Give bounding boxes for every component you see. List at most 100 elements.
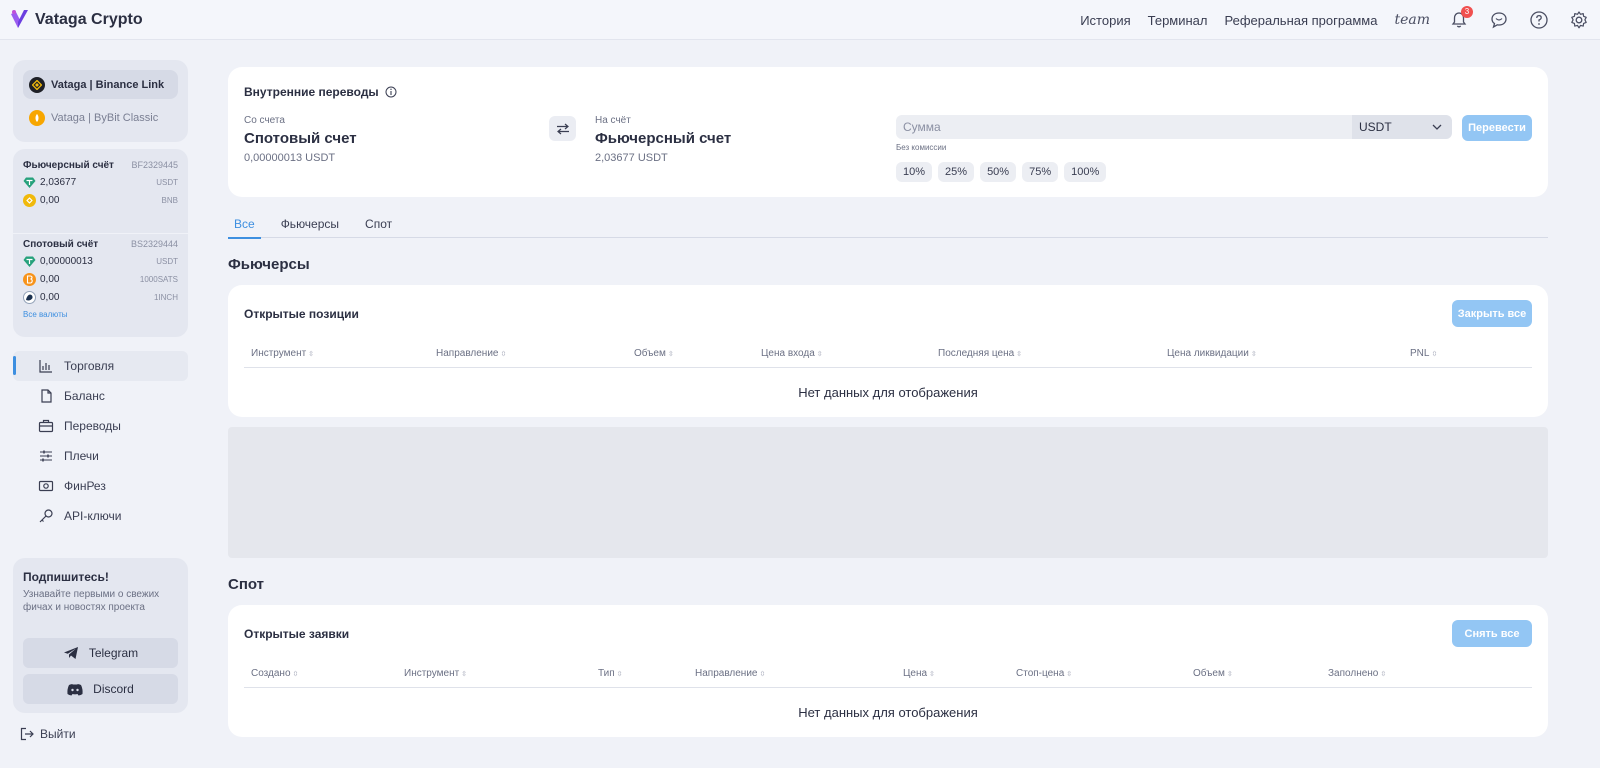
sidebar-item-label: Баланс [64,389,105,403]
sidebar-item-balance[interactable]: Баланс [13,381,188,411]
key-icon [39,509,53,523]
account-bybit[interactable]: Vataga | ByBit Classic [23,103,178,132]
column-header[interactable]: Цена ⇳ [903,668,935,679]
positions-table-header: Инструмент ⇳ Направление ⇳ Объем ⇳ Цена вхо… [244,343,1532,368]
sort-icon: ⇳ [929,671,935,678]
sidebar-item-transfers[interactable]: Переводы [13,411,188,441]
column-header[interactable]: PNL ⇳ [1410,348,1437,359]
team-logo[interactable]: team [1394,12,1430,28]
discord-button[interactable]: Discord [23,674,178,704]
swap-accounts-button[interactable] [549,116,576,141]
transfer-button[interactable]: Перевести [1462,115,1532,141]
column-header[interactable]: Инструмент ⇳ [251,348,314,359]
column-header[interactable]: Объем ⇳ [634,348,674,359]
sort-icon: ⇳ [500,351,507,358]
account-bybit-label: Vataga | ByBit Classic [51,111,159,124]
sidebar-item-label: Плечи [64,449,99,463]
column-header[interactable]: Направление ⇳ [436,348,506,359]
chart-icon [39,360,52,373]
sort-icon: ⇳ [461,671,468,678]
help-icon[interactable] [1528,9,1550,31]
top-header: Vataga Crypto История Терминал Реферальн… [0,0,1600,40]
transfer-title-text: Внутренние переводы [244,85,379,99]
nav-history[interactable]: История [1080,13,1130,28]
futures-account-id: BF2329445 [131,160,178,170]
sidebar-item-label: Торговля [64,359,115,373]
balance-currency: BNB [161,195,178,205]
bybit-icon [29,109,45,126]
filter-tabs: Все Фьючерсы Спот [228,210,1548,239]
sort-icon: ⇳ [1431,351,1438,358]
from-amount: 0,00000013 USDT [244,152,336,164]
orders-table-header: Создано ⇳ Инструмент ⇳ Тип ⇳ Направление ⇳ Ц… [244,663,1532,688]
sliders-icon [40,450,52,462]
tab-all[interactable]: Все [228,210,261,239]
transfer-from[interactable]: Со счета Спотовый счет 0,00000013 USDT [244,115,357,164]
column-header[interactable]: Цена входа ⇳ [761,348,823,359]
swap-icon [556,123,569,134]
subscribe-description: Узнавайте первыми о свежих фичах и новос… [23,589,160,613]
cash-icon [38,480,54,492]
sort-icon: ⇳ [1016,351,1023,358]
column-header[interactable]: Объем ⇳ [1193,668,1233,679]
transfer-title: Внутренние переводы [244,85,397,99]
percent-50-button[interactable]: 50% [980,162,1017,182]
balance-amount: 0,00000013 [40,255,93,267]
column-header[interactable]: Создано ⇳ [251,668,298,679]
chat-icon[interactable] [1488,9,1510,31]
bnb-icon [23,193,36,207]
column-header[interactable]: Инструмент ⇳ [404,668,467,679]
tab-spot[interactable]: Спот [359,210,398,238]
from-label: Со счета [244,115,285,126]
logout-label: Выйти [40,727,76,741]
tab-futures[interactable]: Фьючерсы [275,210,345,238]
column-header[interactable]: Последняя цена ⇳ [938,348,1022,359]
logout-button[interactable]: Выйти [20,727,76,741]
close-all-button[interactable]: Закрыть все [1452,300,1532,327]
telegram-label: Telegram [88,646,139,660]
amount-input[interactable] [896,115,1352,139]
percent-100-button[interactable]: 100% [1064,162,1107,182]
percent-25-button[interactable]: 25% [938,162,975,182]
sidebar-item-trading[interactable]: Торговля [13,351,188,381]
balances-panel: Фьючерсный счёт BF2329445 2,03677 USDT 0… [13,149,188,337]
sort-icon: ⇳ [1250,351,1257,358]
column-header[interactable]: Тип ⇳ [598,668,623,679]
column-header[interactable]: Стоп-цена ⇳ [1016,668,1072,679]
open-positions-title: Открытые позиции [244,307,359,321]
column-header[interactable]: Цена ликвидации ⇳ [1167,348,1257,359]
column-header[interactable]: Направление ⇳ [695,668,765,679]
balance-row: 0,00 BNB [23,191,178,209]
transfer-to[interactable]: На счёт Фьючерсный счет 2,03677 USDT [595,115,731,164]
sidebar-item-api-keys[interactable]: API-ключи [13,501,188,531]
sort-icon: ⇳ [1066,671,1073,678]
cancel-all-button[interactable]: Снять все [1452,620,1532,647]
nav-terminal[interactable]: Терминал [1148,13,1208,28]
percent-10-button[interactable]: 10% [896,162,933,182]
sidebar-menu: Торговля Баланс Переводы Плечи ФинРез AP… [13,351,188,531]
bell-icon[interactable]: 3 [1448,6,1473,31]
currency-value: USDT [1359,120,1392,134]
sort-icon: ⇳ [1226,671,1233,678]
column-header[interactable]: Заполнено ⇳ [1328,668,1386,679]
currency-select[interactable]: USDT [1352,115,1452,139]
gear-icon[interactable] [1568,9,1590,31]
sidebar-item-label: Переводы [64,419,121,433]
all-currencies-link[interactable]: Все валюты [23,310,178,319]
logo-mark-icon [11,10,28,28]
nav-referral[interactable]: Реферальная программа [1225,13,1378,28]
positions-empty-state: Нет данных для отображения [798,385,978,400]
spot-balance: Спотовый счёт BS2329444 0,00000013 USDT … [13,233,188,319]
orders-empty-state: Нет данных для отображения [798,705,978,720]
info-icon[interactable] [385,86,397,98]
loading-placeholder [228,427,1548,558]
sidebar-item-leverage[interactable]: Плечи [13,441,188,471]
account-binance[interactable]: Vataga | Binance Link [23,70,178,99]
app-logo[interactable]: Vataga Crypto [10,9,143,31]
sidebar-item-finres[interactable]: ФинРез [13,471,188,501]
spot-account-id: BS2329444 [130,239,178,249]
balance-row: 0,00 1INCH [23,288,178,306]
percent-75-button[interactable]: 75% [1022,162,1059,182]
telegram-button[interactable]: Telegram [23,638,178,668]
sort-icon: ⇳ [292,671,299,678]
